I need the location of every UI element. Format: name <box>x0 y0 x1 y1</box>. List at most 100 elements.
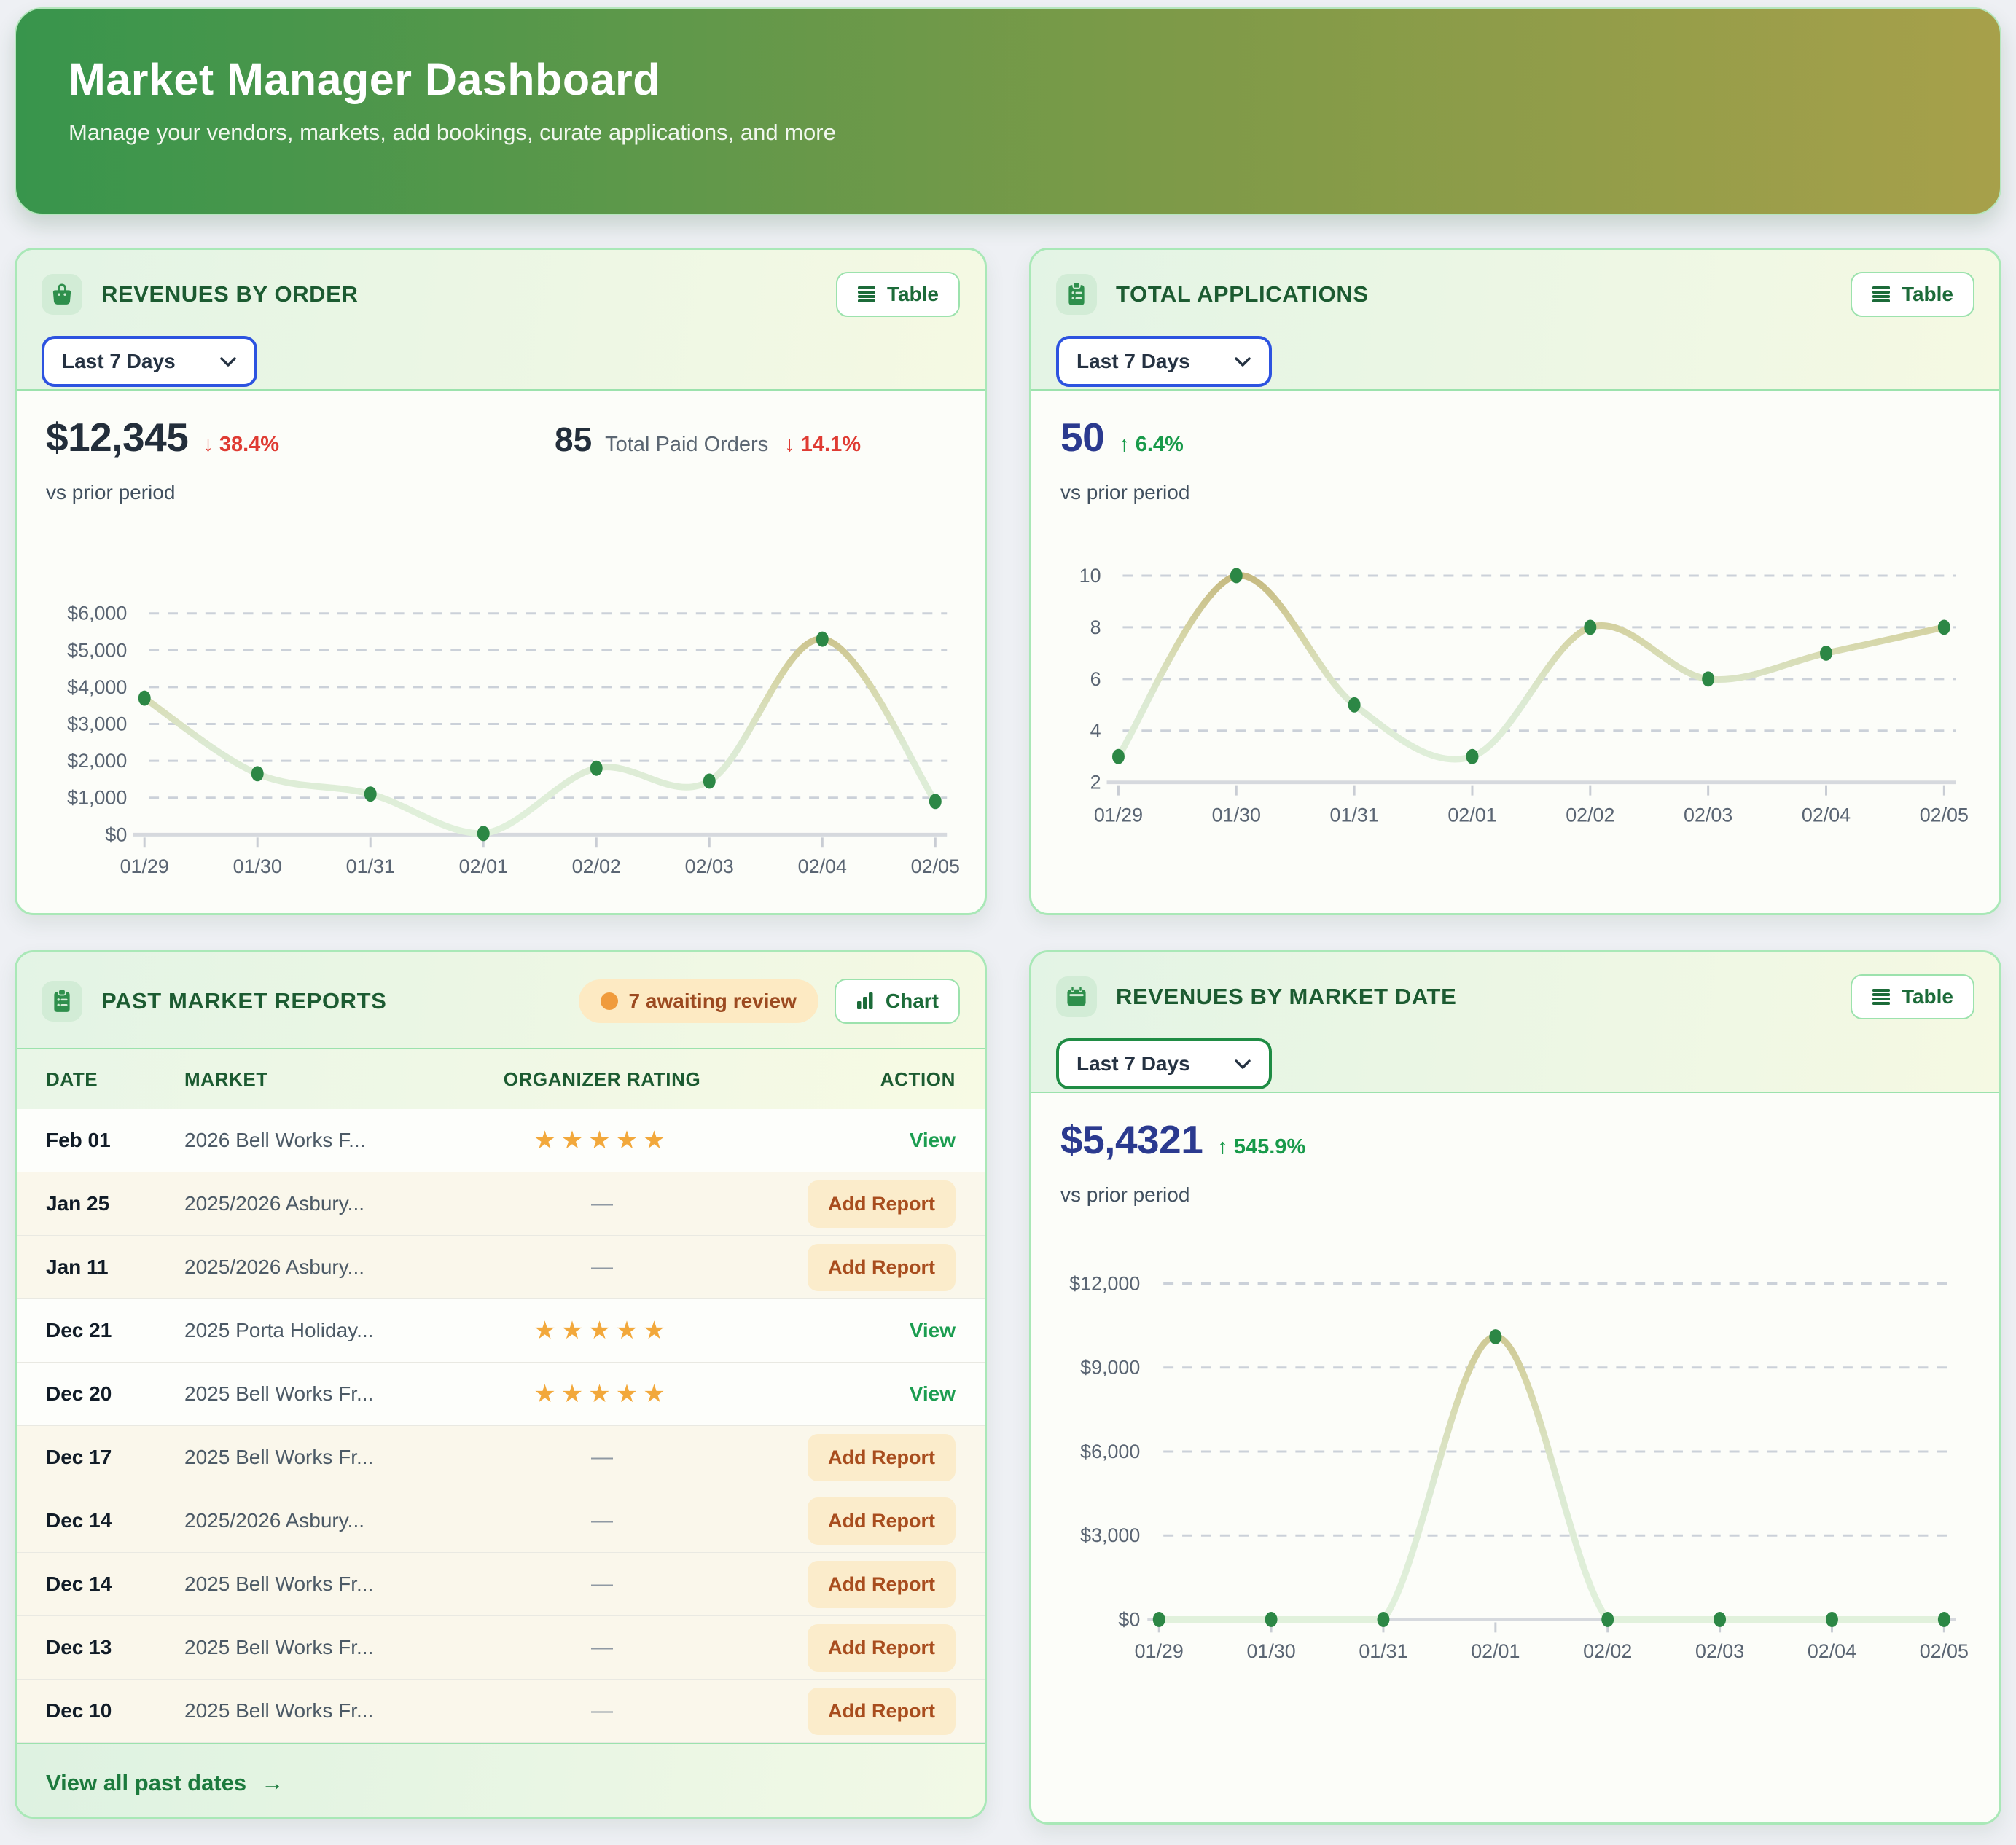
svg-text:$0: $0 <box>1118 1608 1140 1630</box>
table-view-button[interactable]: Table <box>1851 974 1974 1019</box>
column-header-rating: ORGANIZER RATING <box>431 1068 773 1091</box>
svg-text:02/01: 02/01 <box>1471 1640 1520 1662</box>
no-rating-dash: — <box>591 1635 613 1659</box>
table-view-button[interactable]: Table <box>836 272 960 317</box>
star-rating-icon: ★★★★★ <box>534 1127 670 1154</box>
rows-icon <box>1872 285 1891 304</box>
clipboard-list-icon <box>1056 274 1097 315</box>
clipboard-list-icon <box>42 981 82 1022</box>
svg-text:02/04: 02/04 <box>1808 1640 1856 1662</box>
svg-text:$5,000: $5,000 <box>67 639 127 661</box>
svg-text:01/29: 01/29 <box>1094 804 1143 826</box>
column-header-action: ACTION <box>773 1068 956 1091</box>
svg-text:8: 8 <box>1090 616 1101 638</box>
dashboard-page: Market Manager Dashboard Manage your ven… <box>0 0 2016 1825</box>
svg-text:01/31: 01/31 <box>346 855 395 877</box>
action-cell: Add Report <box>773 1434 956 1481</box>
shopping-bag-icon <box>42 274 82 315</box>
date-cell: Dec 17 <box>46 1446 184 1469</box>
page-title: Market Manager Dashboard <box>69 54 1947 105</box>
date-cell: Jan 11 <box>46 1256 184 1279</box>
comparison-label: vs prior period <box>46 481 956 504</box>
market-cell: 2025/2026 Asbury... <box>184 1509 431 1532</box>
view-all-link[interactable]: View all past dates → <box>46 1770 284 1796</box>
card-revenues-by-market-date: REVENUES BY MARKET DATE Table Last 7 Day… <box>1029 950 2001 1825</box>
comparison-label: vs prior period <box>1060 1183 1970 1207</box>
add-report-button[interactable]: Add Report <box>808 1688 956 1735</box>
svg-text:$12,000: $12,000 <box>1069 1273 1140 1295</box>
stats-section: $5,4321 ↑ 545.9% vs prior period <box>1031 1093 1999 1239</box>
svg-text:$6,000: $6,000 <box>1080 1441 1140 1462</box>
svg-text:02/05: 02/05 <box>911 855 960 877</box>
star-rating-icon: ★★★★★ <box>534 1380 670 1408</box>
action-cell: View <box>773 1129 956 1152</box>
revenues-by-order-chart: $0$1,000$2,000$3,000$4,000$5,000$6,00001… <box>17 556 985 898</box>
action-cell: Add Report <box>773 1561 956 1608</box>
rows-icon <box>1872 987 1891 1006</box>
svg-text:$3,000: $3,000 <box>1080 1524 1140 1546</box>
market-cell: 2025/2026 Asbury... <box>184 1192 431 1215</box>
period-select[interactable]: Last 7 Days <box>1056 336 1272 387</box>
cards-grid: REVENUES BY ORDER Table Last 7 Days <box>15 248 2001 1825</box>
svg-text:01/30: 01/30 <box>1246 1640 1295 1662</box>
add-report-button[interactable]: Add Report <box>808 1624 956 1672</box>
period-select[interactable]: Last 7 Days <box>1056 1038 1272 1089</box>
chart-view-button[interactable]: Chart <box>835 979 960 1024</box>
market-cell: 2025/2026 Asbury... <box>184 1256 431 1279</box>
svg-text:02/03: 02/03 <box>1684 804 1732 826</box>
rating-cell: — <box>431 1572 773 1597</box>
card-revenues-by-order: REVENUES BY ORDER Table Last 7 Days <box>15 248 987 915</box>
add-report-button[interactable]: Add Report <box>808 1180 956 1228</box>
table-row: Dec 142025 Bell Works Fr...—Add Report <box>17 1553 985 1616</box>
svg-text:$0: $0 <box>105 823 127 845</box>
market-cell: 2025 Porta Holiday... <box>184 1319 431 1342</box>
view-link[interactable]: View <box>910 1382 956 1405</box>
svg-text:02/01: 02/01 <box>459 855 508 877</box>
date-cell: Dec 21 <box>46 1319 184 1342</box>
svg-text:$2,000: $2,000 <box>67 750 127 772</box>
svg-text:02/02: 02/02 <box>1583 1640 1632 1662</box>
period-select[interactable]: Last 7 Days <box>42 336 257 387</box>
svg-text:02/03: 02/03 <box>685 855 734 877</box>
svg-text:02/03: 02/03 <box>1695 1640 1744 1662</box>
card-title: REVENUES BY ORDER <box>101 281 836 308</box>
table-row: Feb 012026 Bell Works F...★★★★★View <box>17 1109 985 1172</box>
svg-text:02/01: 02/01 <box>1447 804 1496 826</box>
add-report-button[interactable]: Add Report <box>808 1497 956 1545</box>
bar-chart-icon <box>856 992 875 1011</box>
chevron-down-icon <box>219 356 237 367</box>
view-link[interactable]: View <box>910 1129 956 1151</box>
svg-text:4: 4 <box>1090 720 1101 742</box>
svg-text:$6,000: $6,000 <box>67 603 127 624</box>
action-cell: View <box>773 1319 956 1342</box>
rating-cell: — <box>431 1699 773 1723</box>
market-cell: 2025 Bell Works Fr... <box>184 1636 431 1659</box>
card-title: PAST MARKET REPORTS <box>101 988 579 1014</box>
stats-section: $12,345 ↓ 38.4% 85 Total Paid Orders ↓ 1… <box>17 391 985 556</box>
date-cell: Dec 13 <box>46 1636 184 1659</box>
add-report-button[interactable]: Add Report <box>808 1561 956 1608</box>
rating-cell: ★★★★★ <box>431 1126 773 1155</box>
svg-text:$1,000: $1,000 <box>67 787 127 809</box>
primary-stat: $12,345 <box>46 414 188 461</box>
view-link[interactable]: View <box>910 1319 956 1341</box>
rows-icon <box>857 285 876 304</box>
no-rating-dash: — <box>591 1699 613 1723</box>
table-view-button[interactable]: Table <box>1851 272 1974 317</box>
rating-cell: — <box>431 1508 773 1533</box>
action-cell: Add Report <box>773 1244 956 1291</box>
no-rating-dash: — <box>591 1191 613 1215</box>
rating-cell: — <box>431 1255 773 1280</box>
svg-text:02/04: 02/04 <box>798 855 847 877</box>
market-cell: 2026 Bell Works F... <box>184 1129 431 1152</box>
add-report-button[interactable]: Add Report <box>808 1244 956 1291</box>
date-cell: Dec 14 <box>46 1509 184 1532</box>
view-all-footer: View all past dates → <box>17 1743 985 1819</box>
svg-text:01/29: 01/29 <box>1135 1640 1184 1662</box>
action-cell: Add Report <box>773 1180 956 1228</box>
svg-text:$9,000: $9,000 <box>1080 1357 1140 1379</box>
svg-text:01/30: 01/30 <box>233 855 282 877</box>
star-rating-icon: ★★★★★ <box>534 1317 670 1344</box>
add-report-button[interactable]: Add Report <box>808 1434 956 1481</box>
total-applications-chart: 24681001/2901/3001/3102/0102/0202/0302/0… <box>1031 544 1999 915</box>
